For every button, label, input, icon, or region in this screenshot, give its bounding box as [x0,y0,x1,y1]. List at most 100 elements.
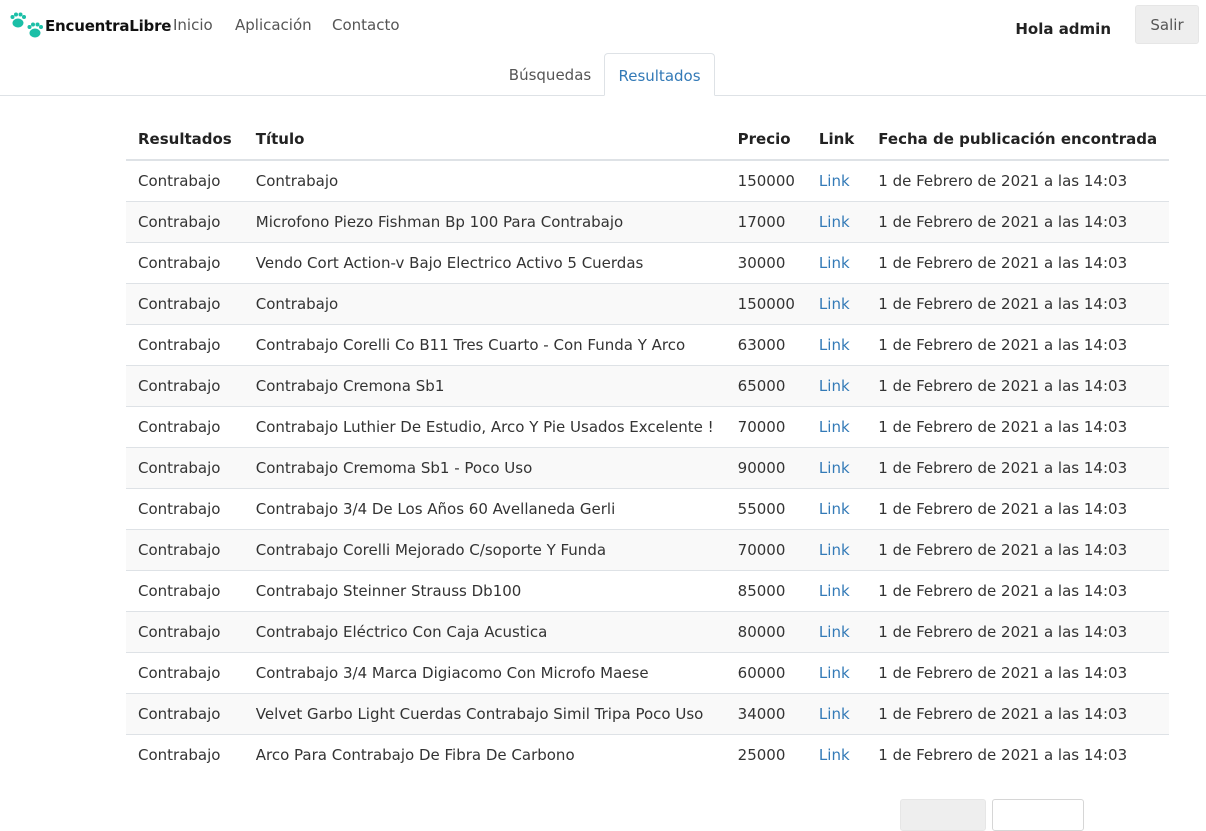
logout-button[interactable]: Salir [1135,5,1199,44]
column-header-resultados: Resultados [126,119,244,161]
cell-fecha: 1 de Febrero de 2021 a las 14:03 [866,283,1170,325]
table-row: Contrabajo Contrabajo Corelli Mejorado C/… [126,529,1170,571]
cell-precio: 90000 [725,447,807,489]
previous-page-button[interactable] [900,799,986,831]
cell-fecha: 1 de Febrero de 2021 a las 14:03 [866,611,1170,653]
cell-precio: 17000 [725,201,807,243]
cell-resultado: Contrabajo [126,488,244,530]
paw-prints-icon [10,12,43,38]
cell-fecha: 1 de Febrero de 2021 a las 14:03 [866,447,1170,489]
link-cell: Link [806,406,867,448]
result-link[interactable]: Link [819,664,850,682]
result-link[interactable]: Link [819,541,850,559]
result-link[interactable]: Link [819,705,850,723]
link-cell: Link [806,693,867,735]
nav-inicio[interactable]: Inicio [173,16,213,34]
result-link[interactable]: Link [819,582,850,600]
result-link[interactable]: Link [819,459,850,477]
cell-resultado: Contrabajo [126,365,244,407]
table-row: Contrabajo Arco Para Contrabajo De Fibra … [126,734,1170,775]
cell-resultado: Contrabajo [126,242,244,284]
link-cell: Link [806,611,867,653]
cell-titulo: Velvet Garbo Light Cuerdas Contrabajo Si… [243,693,726,735]
cell-resultado: Contrabajo [126,159,244,202]
cell-fecha: 1 de Febrero de 2021 a las 14:03 [866,488,1170,530]
result-link[interactable]: Link [819,254,850,272]
table-row: Contrabajo Contrabajo 3/4 Marca Digiacomo… [126,652,1170,694]
link-cell: Link [806,324,867,366]
link-cell: Link [806,447,867,489]
link-cell: Link [806,242,867,284]
result-link[interactable]: Link [819,172,850,190]
cell-fecha: 1 de Febrero de 2021 a las 14:03 [866,201,1170,243]
next-page-button[interactable] [992,799,1084,831]
link-cell: Link [806,365,867,407]
nav-contacto[interactable]: Contacto [332,16,400,34]
cell-precio: 30000 [725,242,807,284]
tab-busquedas[interactable]: Búsquedas [497,53,603,94]
cell-fecha: 1 de Febrero de 2021 a las 14:03 [866,693,1170,735]
cell-titulo: Vendo Cort Action-v Bajo Electrico Activ… [243,242,726,284]
table-row: Contrabajo Velvet Garbo Light Cuerdas Con… [126,693,1170,735]
tab-bar: Búsquedas Resultados [0,53,1206,96]
cell-fecha: 1 de Febrero de 2021 a las 14:03 [866,365,1170,407]
link-cell: Link [806,201,867,243]
cell-precio: 34000 [725,693,807,735]
nav-aplicacion[interactable]: Aplicación [235,16,312,34]
cell-resultado: Contrabajo [126,324,244,366]
link-cell: Link [806,159,867,202]
cell-resultado: Contrabajo [126,734,244,775]
table-row: Contrabajo Contrabajo Cremona Sb1 65000 Lin… [126,365,1170,407]
cell-titulo: Contrabajo 3/4 De Los Años 60 Avellaneda… [243,488,726,530]
table-row: Contrabajo Contrabajo 3/4 De Los Años 60 … [126,488,1170,530]
table-row: Contrabajo Contrabajo Eléctrico Con Caja … [126,611,1170,653]
result-link[interactable]: Link [819,295,850,313]
table-row: Contrabajo Microfono Piezo Fishman Bp 100… [126,201,1170,243]
table-row: Contrabajo Contrabajo Corelli Co B11 Tres… [126,324,1170,366]
table-row: Contrabajo Contrabajo Steinner Strauss Db… [126,570,1170,612]
link-cell: Link [806,652,867,694]
cell-titulo: Contrabajo [243,283,726,325]
cell-titulo: Contrabajo Luthier De Estudio, Arco Y Pi… [243,406,726,448]
cell-titulo: Contrabajo [243,159,726,202]
cell-titulo: Contrabajo Corelli Co B11 Tres Cuarto - … [243,324,726,366]
link-cell: Link [806,734,867,775]
cell-titulo: Microfono Piezo Fishman Bp 100 Para Cont… [243,201,726,243]
cell-fecha: 1 de Febrero de 2021 a las 14:03 [866,159,1170,202]
result-link[interactable]: Link [819,623,850,641]
cell-precio: 60000 [725,652,807,694]
cell-resultado: Contrabajo [126,570,244,612]
cell-precio: 80000 [725,611,807,653]
cell-resultado: Contrabajo [126,283,244,325]
result-link[interactable]: Link [819,500,850,518]
column-header-titulo: Título [243,119,726,161]
cell-resultado: Contrabajo [126,406,244,448]
cell-precio: 25000 [725,734,807,775]
result-link[interactable]: Link [819,213,850,231]
cell-titulo: Contrabajo Steinner Strauss Db100 [243,570,726,612]
tab-resultados[interactable]: Resultados [604,53,715,96]
table-row: Contrabajo Contrabajo Cremoma Sb1 - Poco … [126,447,1170,489]
cell-titulo: Contrabajo Eléctrico Con Caja Acustica [243,611,726,653]
cell-resultado: Contrabajo [126,652,244,694]
link-cell: Link [806,283,867,325]
result-link[interactable]: Link [819,336,850,354]
user-greeting: Hola admin [1015,20,1111,38]
cell-titulo: Arco Para Contrabajo De Fibra De Carbono [243,734,726,775]
column-header-precio: Precio [725,119,807,161]
table-row: Contrabajo Vendo Cort Action-v Bajo Elect… [126,242,1170,284]
cell-precio: 70000 [725,406,807,448]
column-header-fecha: Fecha de publicación encontrada [866,119,1170,161]
table-header-row: Resultados Título Precio Link Fecha de p… [126,119,1170,161]
cell-precio: 85000 [725,570,807,612]
link-cell: Link [806,529,867,571]
result-link[interactable]: Link [819,377,850,395]
result-link[interactable]: Link [819,418,850,436]
result-link[interactable]: Link [819,746,850,764]
brand[interactable]: EncuentraLibre [10,12,171,40]
link-cell: Link [806,570,867,612]
cell-titulo: Contrabajo Cremoma Sb1 - Poco Uso [243,447,726,489]
column-header-link: Link [806,119,867,161]
cell-fecha: 1 de Febrero de 2021 a las 14:03 [866,652,1170,694]
cell-fecha: 1 de Febrero de 2021 a las 14:03 [866,570,1170,612]
